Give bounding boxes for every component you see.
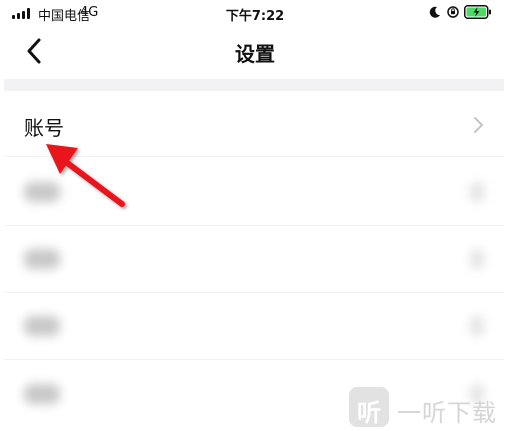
page-title: 设置 [235,42,275,66]
watermark-logo-glyph: 听 [357,399,381,427]
settings-item-blurred[interactable] [0,229,510,291]
section-divider [4,79,504,91]
blurred-chevron-icon [470,182,484,202]
navigation-bar: 设置 [0,26,510,76]
battery-charging-icon [464,5,491,19]
blurred-label [24,182,60,202]
blurred-chevron-icon [470,316,484,336]
rotation-lock-icon [447,6,459,18]
settings-item-blurred[interactable] [0,162,510,224]
settings-item-blurred[interactable] [0,296,510,358]
row-divider [4,292,504,293]
do-not-disturb-moon-icon [429,6,440,18]
row-divider [4,359,504,360]
blurred-label [24,316,60,336]
settings-item-label: 账号 [24,116,64,140]
settings-item-account[interactable]: 账号 [0,94,510,156]
watermark-logo: 听 [349,387,389,427]
blurred-label [24,249,60,269]
chevron-right-icon [474,117,483,133]
blurred-chevron-icon [470,249,484,269]
row-divider [4,156,504,157]
row-divider [4,225,504,226]
blurred-label [24,384,60,404]
status-bar: 中国电信 4G 下午7:22 [0,0,510,26]
watermark-text: 一听下载 [397,399,497,427]
